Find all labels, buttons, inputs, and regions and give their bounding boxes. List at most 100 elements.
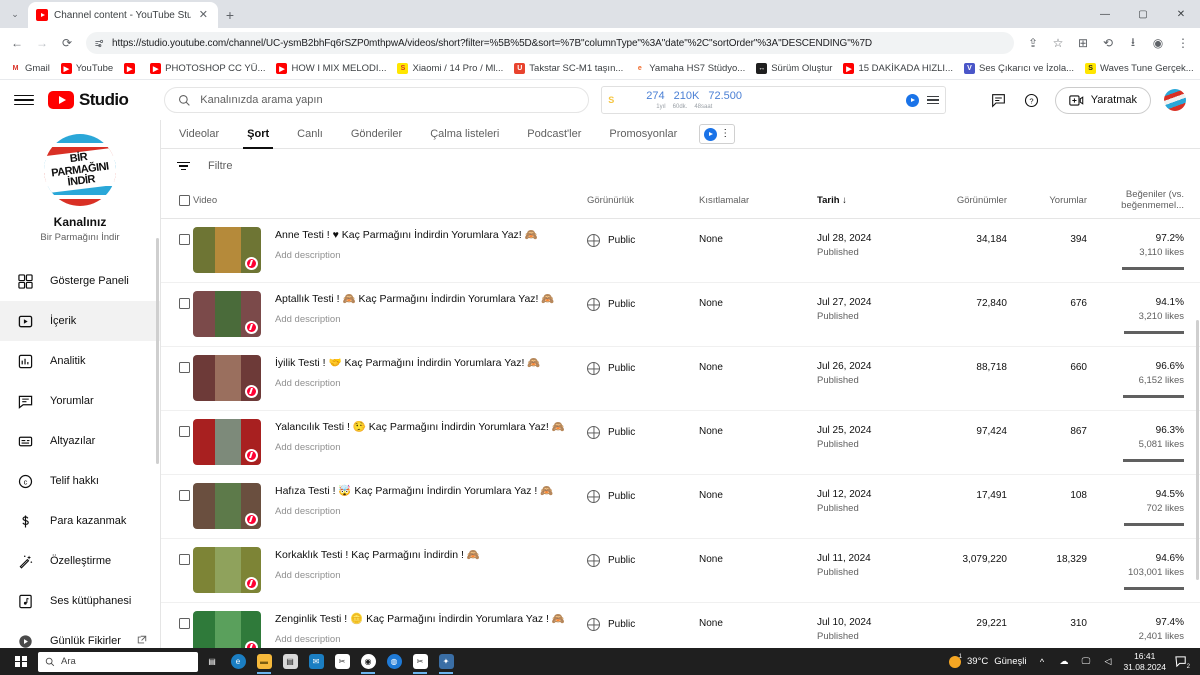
paint-icon[interactable]: ✦: [434, 650, 458, 674]
share-icon[interactable]: ⇪: [1022, 32, 1044, 54]
sidebar-item-dashboard[interactable]: Gösterge Paneli: [0, 261, 160, 301]
bookmark-item[interactable]: U Takstar SC-M1 taşın...: [509, 61, 628, 76]
window-close-button[interactable]: ✕: [1162, 0, 1200, 28]
bookmark-item[interactable]: ▶ YouTube: [56, 61, 118, 76]
bookmark-item[interactable]: S Waves Tune Gerçek...: [1080, 61, 1199, 76]
edge-icon[interactable]: e: [226, 650, 250, 674]
video-title[interactable]: Anne Testi ! ♥ Kaç Parmağını İndirdin Yo…: [275, 227, 538, 243]
row-checkbox[interactable]: [179, 362, 190, 373]
split-screen-icon[interactable]: ⊞: [1072, 32, 1094, 54]
tab-promotions[interactable]: Promosyonlar: [595, 120, 691, 149]
video-description[interactable]: Add description: [275, 506, 553, 517]
column-visibility[interactable]: Görünürlük: [587, 183, 699, 219]
row-checkbox[interactable]: [179, 298, 190, 309]
back-icon[interactable]: ←: [6, 32, 28, 54]
video-description[interactable]: Add description: [275, 442, 565, 453]
row-checkbox[interactable]: [179, 490, 190, 501]
forward-icon[interactable]: →: [31, 32, 53, 54]
video-thumbnail[interactable]: [193, 611, 261, 648]
notification-icon[interactable]: 2: [1175, 655, 1190, 670]
video-title[interactable]: İyilik Testi ! 🤝 Kaç Parmağını İndirdin …: [275, 355, 540, 371]
site-settings-icon[interactable]: [94, 38, 105, 49]
video-title[interactable]: Yalancılık Testi ! 🤥 Kaç Parmağını İndir…: [275, 419, 565, 435]
avatar[interactable]: [1164, 89, 1186, 111]
tab-posts[interactable]: Gönderiler: [337, 120, 416, 149]
table-row[interactable]: Hafıza Testi ! 🤯 Kaç Parmağını İndirdin …: [161, 474, 1200, 539]
table-row[interactable]: Yalancılık Testi ! 🤥 Kaç Parmağını İndir…: [161, 410, 1200, 475]
bookmark-item[interactable]: ▶ PHOTOSHOP CC YÜ...: [145, 61, 270, 76]
hamburger-menu-icon[interactable]: [14, 90, 34, 110]
row-checkbox[interactable]: [179, 618, 190, 629]
capcut-icon[interactable]: ✂: [330, 650, 354, 674]
column-video[interactable]: Video: [193, 183, 587, 219]
download-icon[interactable]: ⭳: [1122, 32, 1144, 54]
start-button[interactable]: [6, 648, 36, 675]
volume-icon[interactable]: ◁: [1101, 655, 1114, 668]
visibility-cell[interactable]: Public: [587, 411, 699, 439]
filter-placeholder[interactable]: Filtre: [208, 160, 232, 172]
feedback-icon[interactable]: [989, 90, 1009, 110]
channel-avatar[interactable]: BİR PARMAĞINI İNDİR: [44, 134, 116, 206]
video-thumbnail[interactable]: [193, 227, 261, 273]
video-thumbnail[interactable]: [193, 419, 261, 465]
video-title[interactable]: Korkaklık Testi ! Kaç Parmağını İndirdin…: [275, 547, 480, 563]
file-explorer-icon[interactable]: ▬: [252, 650, 276, 674]
minimize-button[interactable]: —: [1086, 0, 1124, 28]
column-views[interactable]: Görünümler: [917, 183, 1007, 219]
column-comments[interactable]: Yorumlar: [1007, 183, 1087, 219]
sidebar-item-monetization[interactable]: Para kazanmak: [0, 501, 160, 541]
table-row[interactable]: Zenginlik Testi ! 🪙 Kaç Parmağını İndird…: [161, 602, 1200, 648]
table-row[interactable]: Aptallık Testi ! 🙈 Kaç Parmağını İndirdi…: [161, 282, 1200, 347]
visibility-cell[interactable]: Public: [587, 603, 699, 631]
sidebar-item-analytics[interactable]: Analitik: [0, 341, 160, 381]
video-description[interactable]: Add description: [275, 634, 565, 645]
bookmark-item[interactable]: S Xiaomi / 14 Pro / Ml...: [392, 61, 508, 76]
profile-icon[interactable]: ◉: [1147, 32, 1169, 54]
tab-live[interactable]: Canlı: [283, 120, 337, 149]
video-description[interactable]: Add description: [275, 570, 480, 581]
store-icon[interactable]: ▤: [278, 650, 302, 674]
video-thumbnail[interactable]: [193, 547, 261, 593]
video-thumbnail[interactable]: [193, 291, 261, 337]
select-all-checkbox[interactable]: [179, 194, 190, 206]
search-input[interactable]: Kanalınızda arama yapın: [164, 87, 590, 113]
video-title[interactable]: Hafıza Testi ! 🤯 Kaç Parmağını İndirdin …: [275, 483, 553, 499]
onedrive-icon[interactable]: ☁: [1057, 655, 1070, 668]
sidebar-item-audio-library[interactable]: Ses kütüphanesi: [0, 581, 160, 621]
bookmark-item[interactable]: V Ses Çıkarıcı ve İzola...: [959, 61, 1079, 76]
row-checkbox[interactable]: [179, 426, 190, 437]
table-row[interactable]: İyilik Testi ! 🤝 Kaç Parmağını İndirdin …: [161, 346, 1200, 411]
video-description[interactable]: Add description: [275, 314, 554, 325]
content-scrollbar[interactable]: [1196, 320, 1199, 580]
studio-logo[interactable]: Studio: [48, 90, 129, 110]
column-likes[interactable]: Beğeniler (vs. beğenmemel...: [1087, 183, 1200, 219]
maximize-button[interactable]: ▢: [1124, 0, 1162, 28]
network-icon[interactable]: 🖵: [1079, 655, 1092, 668]
sidebar-scrollbar[interactable]: [156, 238, 159, 464]
tab-playlists[interactable]: Çalma listeleri: [416, 120, 513, 149]
help-icon[interactable]: ?: [1022, 90, 1042, 110]
create-button[interactable]: Yaratmak: [1054, 86, 1151, 114]
extension-tab-chip[interactable]: ⋮: [699, 124, 736, 144]
sidebar-item-daily-ideas[interactable]: Günlük Fikirler: [0, 621, 160, 648]
video-title[interactable]: Zenginlik Testi ! 🪙 Kaç Parmağını İndird…: [275, 611, 565, 627]
column-date[interactable]: Tarih ↓: [817, 183, 917, 219]
new-tab-button[interactable]: +: [218, 2, 242, 28]
bookmark-item[interactable]: ↔ Sürüm Oluştur: [751, 61, 837, 76]
tab-podcasts[interactable]: Podcast'ler: [513, 120, 595, 149]
tab-close-icon[interactable]: ✕: [197, 9, 210, 22]
video-title[interactable]: Aptallık Testi ! 🙈 Kaç Parmağını İndirdi…: [275, 291, 554, 307]
visibility-cell[interactable]: Public: [587, 219, 699, 247]
video-description[interactable]: Add description: [275, 250, 538, 261]
bookmark-item[interactable]: ▶: [119, 61, 144, 76]
mail-icon[interactable]: ✉: [304, 650, 328, 674]
weather-widget[interactable]: 39°C Güneşli: [949, 654, 1026, 668]
bookmark-item[interactable]: ▶ HOW I MIX MELODI...: [271, 61, 391, 76]
sidebar-item-content[interactable]: İçerik: [0, 301, 160, 341]
browser-tab[interactable]: Channel content - YouTube Stu ✕: [28, 2, 218, 28]
column-restrictions[interactable]: Kısıtlamalar: [699, 183, 817, 219]
extension-play-icon[interactable]: [906, 93, 920, 107]
address-bar[interactable]: https://studio.youtube.com/channel/UC-ys…: [86, 32, 1014, 54]
row-checkbox[interactable]: [179, 554, 190, 565]
table-row[interactable]: Korkaklık Testi ! Kaç Parmağını İndirdin…: [161, 538, 1200, 603]
